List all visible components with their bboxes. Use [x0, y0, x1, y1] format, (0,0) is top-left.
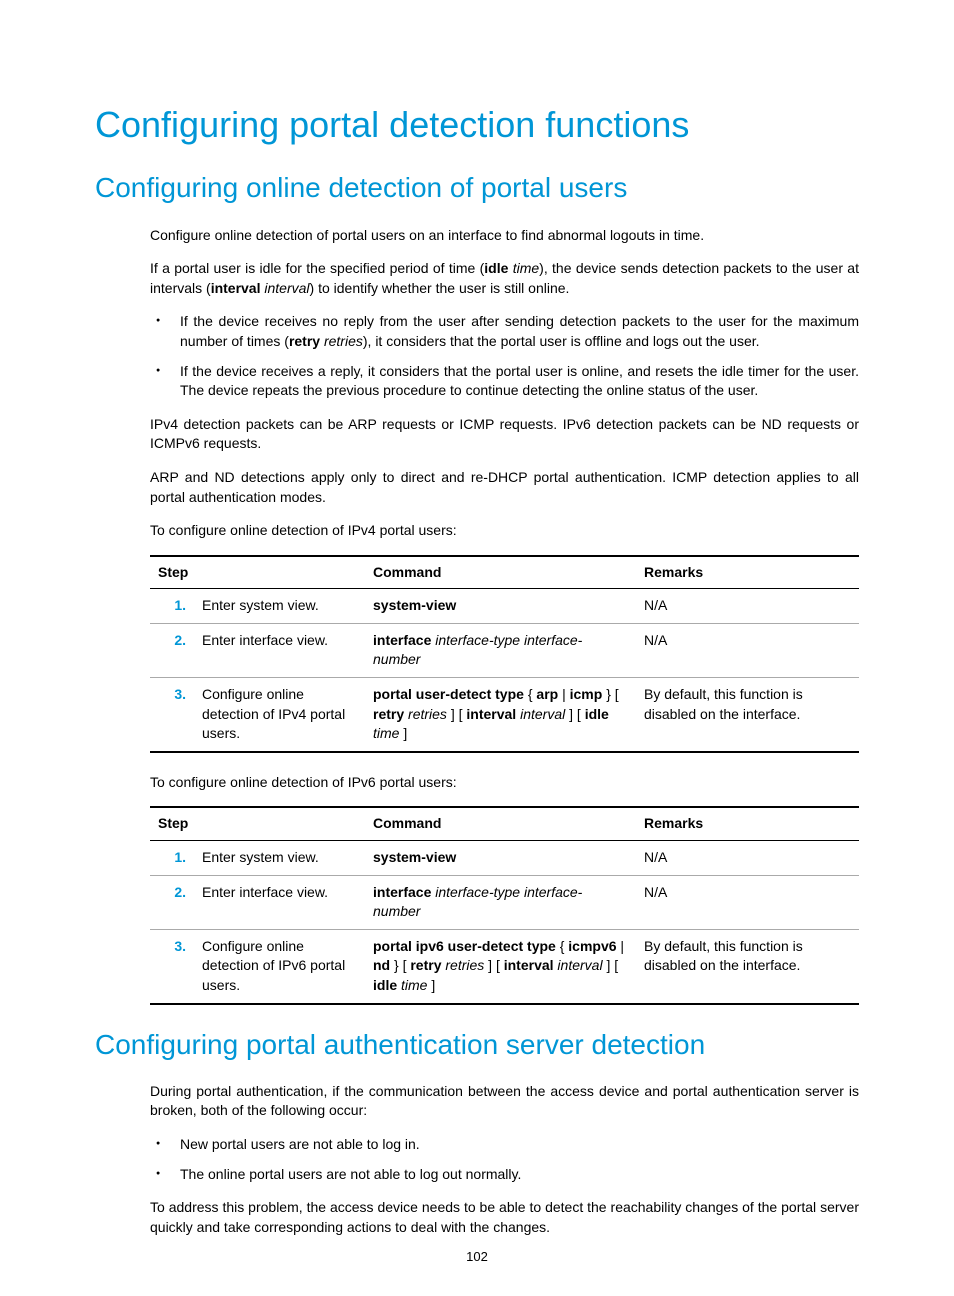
- heading-1: Configuring portal detection functions: [95, 100, 859, 150]
- heading-2-server-detection: Configuring portal authentication server…: [95, 1025, 859, 1064]
- col-command: Command: [365, 807, 636, 840]
- table-row: 2. Enter interface view. interface inter…: [150, 875, 859, 929]
- col-step: Step: [150, 556, 365, 589]
- paragraph: ARP and ND detections apply only to dire…: [150, 468, 859, 507]
- paragraph: IPv4 detection packets can be ARP reques…: [150, 415, 859, 454]
- bullet-list: New portal users are not able to log in.…: [150, 1135, 859, 1184]
- list-item: If the device receives no reply from the…: [150, 312, 859, 351]
- page-number: 102: [0, 1248, 954, 1266]
- ipv6-table: Step Command Remarks 1. Enter system vie…: [150, 806, 859, 1004]
- col-remarks: Remarks: [636, 556, 859, 589]
- table-row: 3. Configure online detection of IPv6 po…: [150, 929, 859, 1003]
- paragraph: During portal authentication, if the com…: [150, 1082, 859, 1121]
- list-item: New portal users are not able to log in.: [150, 1135, 859, 1155]
- ipv4-table: Step Command Remarks 1. Enter system vie…: [150, 555, 859, 753]
- col-step: Step: [150, 807, 365, 840]
- table-row: 3. Configure online detection of IPv4 po…: [150, 678, 859, 752]
- bullet-list: If the device receives no reply from the…: [150, 312, 859, 400]
- paragraph: To configure online detection of IPv4 po…: [150, 521, 859, 541]
- col-command: Command: [365, 556, 636, 589]
- table-row: 2. Enter interface view. interface inter…: [150, 623, 859, 677]
- paragraph: Configure online detection of portal use…: [150, 226, 859, 246]
- paragraph: To address this problem, the access devi…: [150, 1198, 859, 1237]
- list-item: If the device receives a reply, it consi…: [150, 362, 859, 401]
- heading-2-online-detection: Configuring online detection of portal u…: [95, 168, 859, 207]
- table-row: 1. Enter system view. system-view N/A: [150, 589, 859, 624]
- paragraph: If a portal user is idle for the specifi…: [150, 259, 859, 298]
- paragraph: To configure online detection of IPv6 po…: [150, 773, 859, 793]
- list-item: The online portal users are not able to …: [150, 1165, 859, 1185]
- table-row: 1. Enter system view. system-view N/A: [150, 841, 859, 876]
- col-remarks: Remarks: [636, 807, 859, 840]
